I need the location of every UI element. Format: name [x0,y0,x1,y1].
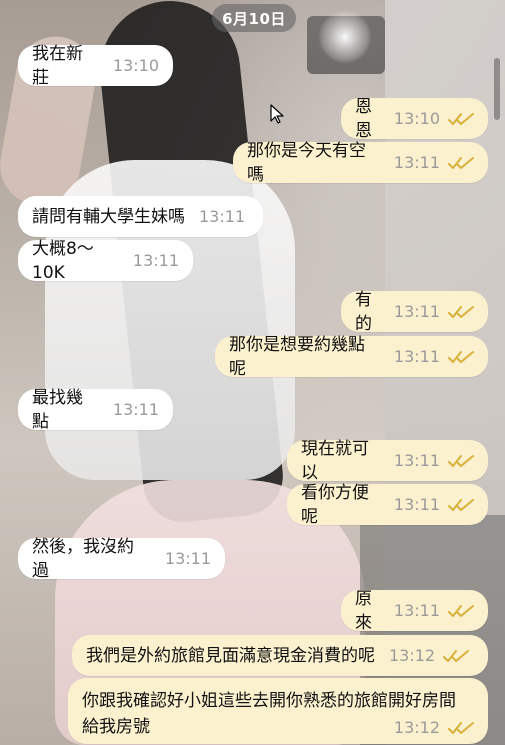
message-time: 13:11 [199,206,246,226]
double-check-icon [448,112,474,125]
message-time: 13:11 [393,346,440,366]
message-time: 13:11 [164,548,211,568]
message-text-line-1: 你跟我確認好小姐這些去開你熟悉的旅館開好房間 [82,691,456,711]
message-time: 13:12 [393,718,440,737]
chat-message-outgoing[interactable]: 那你是想要約幾點呢 13:11 [215,335,488,379]
background-lamp-glow [318,10,372,64]
message-text: 原來 [355,588,372,633]
message-text: 那你是今天有空嗎 [247,140,366,185]
message-text: 看你方便呢 [301,482,369,527]
message-time: 13:10 [393,108,440,128]
chat-screen: 6月10日 我在新莊 13:10 恩恩 13:10 那你是今天有空嗎 13:11… [0,0,505,745]
message-text: 大概8～10K [32,238,94,283]
message-time: 13:11 [393,494,440,514]
message-time: 13:11 [393,301,440,321]
message-text: 我在新莊 [32,43,83,88]
double-check-icon [443,649,470,662]
double-check-icon [448,498,474,511]
double-check-icon [448,454,474,467]
chat-message-outgoing[interactable]: 有的 13:11 [341,290,488,334]
message-text: 那你是想要約幾點呢 [229,334,365,379]
message-text-line-2: 給我房號 [82,717,150,737]
message-text: 然後，我沒約過 [32,536,134,581]
message-time: 13:12 [389,645,436,665]
chat-message-outgoing[interactable]: 恩恩 13:10 [341,97,488,141]
message-text: 現在就可以 [301,438,369,483]
message-text: 有的 [355,289,372,334]
double-check-icon [448,305,474,318]
chat-message-outgoing-multiline[interactable]: 你跟我確認好小姐這些去開你熟悉的旅館開好房間 給我房號 13:12 [68,678,488,744]
message-text: 請問有輔大學生妹嗎 [32,206,185,227]
chat-message-incoming[interactable]: 最找幾點 13:11 [18,388,173,432]
chat-message-incoming[interactable]: 我在新莊 13:10 [18,44,173,88]
double-check-icon [448,350,474,363]
chat-message-incoming[interactable]: 大概8～10K 13:11 [18,239,193,283]
chat-message-outgoing[interactable]: 現在就可以 13:11 [287,439,488,483]
message-time: 13:11 [132,250,179,270]
message-time: 13:10 [112,55,159,75]
message-time: 13:11 [393,152,440,172]
chat-message-incoming[interactable]: 然後，我沒約過 13:11 [18,537,225,581]
chat-scrollbar[interactable] [494,58,500,120]
double-check-icon [448,604,474,617]
message-time: 13:11 [393,450,440,470]
chat-message-outgoing[interactable]: 看你方便呢 13:11 [287,483,488,527]
message-time: 13:11 [112,399,159,419]
message-text: 我們是外約旅館見面滿意現金消費的呢 [86,645,375,666]
chat-message-outgoing[interactable]: 我們是外約旅館見面滿意現金消費的呢 13:12 [72,635,488,676]
double-check-icon [448,156,474,169]
message-time: 13:11 [393,600,440,620]
date-separator: 6月10日 [212,4,296,32]
chat-message-outgoing[interactable]: 原來 13:11 [341,589,488,633]
chat-message-outgoing[interactable]: 那你是今天有空嗎 13:11 [233,141,488,185]
chat-message-incoming[interactable]: 請問有輔大學生妹嗎 13:11 [18,196,263,237]
message-text: 最找幾點 [32,387,83,432]
double-check-icon [448,722,474,734]
message-text: 恩恩 [355,96,372,141]
mouse-pointer-icon [270,104,284,124]
